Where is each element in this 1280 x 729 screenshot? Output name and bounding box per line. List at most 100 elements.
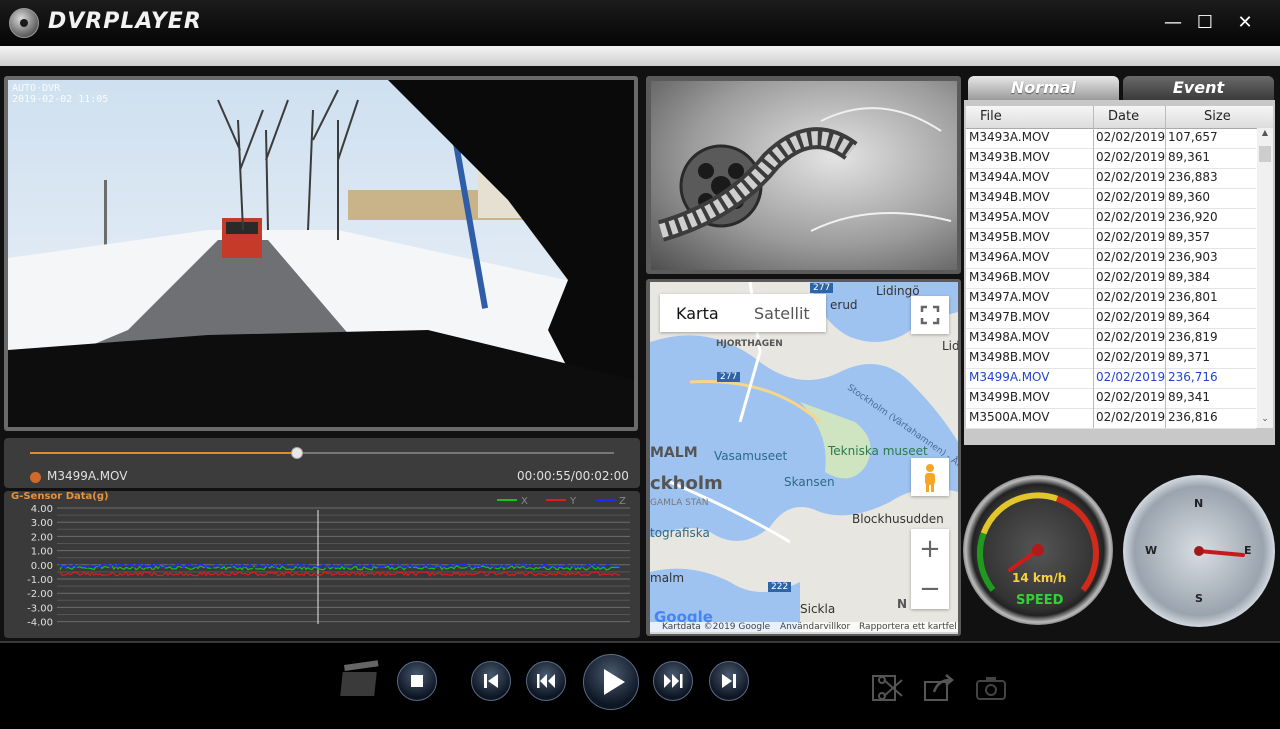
compass-north: N	[1194, 497, 1204, 510]
file-date-cell: 02/02/2019	[1096, 230, 1166, 244]
compass-west: W	[1145, 544, 1158, 557]
map-fullscreen-button[interactable]	[911, 296, 949, 334]
video-view[interactable]	[8, 80, 634, 427]
file-list-scrollbar[interactable]	[1257, 128, 1273, 428]
file-list-row[interactable]: M3499A.MOV 02/02/2019 236,716	[966, 368, 1256, 389]
map-tab-satellit[interactable]: Satellit	[754, 304, 810, 323]
play-button[interactable]	[583, 654, 639, 710]
file-name-cell: M3497A.MOV	[969, 290, 1050, 304]
gsensor-chart: 4.00 3.00 2.00 1.00 0.00 -1.00 -2.00 -3.00 -4.00…	[27, 496, 630, 629]
gsensor-y-tick: -1.00	[27, 575, 53, 586]
file-list-row[interactable]: M3493B.MOV 02/02/2019 89,361	[966, 148, 1256, 169]
gsensor-legend-label: Z	[619, 496, 626, 507]
map-label-tekniska: Tekniska museet	[828, 444, 928, 458]
playing-file-name: M3499A.MOV	[47, 469, 128, 483]
file-size-cell: 89,384	[1168, 270, 1210, 284]
file-date-cell: 02/02/2019	[1096, 170, 1166, 184]
fast-forward-icon	[664, 674, 683, 688]
file-size-cell: 236,716	[1168, 370, 1218, 384]
file-list-row[interactable]: M3499B.MOV 02/02/2019 89,341	[966, 388, 1256, 409]
file-size-cell: 89,341	[1168, 390, 1210, 404]
gsensor-y-tick: 1.00	[31, 547, 53, 558]
file-name-cell: M3498A.MOV	[969, 330, 1050, 344]
maximize-button[interactable]: ☐	[1192, 10, 1218, 36]
map-terms-link[interactable]: Användarvillkor	[780, 622, 850, 632]
video-osd-brand: AUTO·DVR	[12, 83, 61, 94]
export-button[interactable]	[922, 672, 958, 704]
cut-button[interactable]	[870, 672, 906, 704]
file-list-row[interactable]: M3500A.MOV 02/02/2019 236,816	[966, 408, 1256, 429]
column-header-date[interactable]: Date	[1108, 109, 1139, 124]
minimize-button[interactable]: —	[1160, 10, 1186, 36]
file-name-cell: M3494B.MOV	[969, 190, 1050, 204]
file-name-cell: M3498B.MOV	[969, 350, 1050, 364]
thumbnail-view	[651, 81, 957, 270]
file-date-cell: 02/02/2019	[1096, 310, 1166, 324]
file-list-row[interactable]: M3496A.MOV 02/02/2019 236,903	[966, 248, 1256, 269]
file-name-cell: M3497B.MOV	[969, 310, 1050, 324]
scroll-down-icon[interactable]: ⌄	[1259, 414, 1271, 426]
map-label-stockholm: ckholm	[650, 473, 723, 494]
file-size-cell: 236,819	[1168, 330, 1218, 344]
file-date-cell: 02/02/2019	[1096, 330, 1166, 344]
street-view-pegman[interactable]	[911, 458, 949, 496]
file-list-row[interactable]: M3493A.MOV 02/02/2019 107,657	[966, 128, 1256, 149]
file-size-cell: 236,903	[1168, 250, 1218, 264]
scrollbar-thumb[interactable]	[1259, 146, 1271, 162]
file-list-row[interactable]: M3498B.MOV 02/02/2019 89,371	[966, 348, 1256, 369]
gsensor-y-tick: 3.00	[31, 518, 53, 529]
map-road-277-top: 277	[810, 283, 834, 293]
gsensor-y-tick: -3.00	[27, 603, 53, 614]
compass-south: S	[1195, 592, 1203, 605]
map-zoom-out-button[interactable]: −	[911, 571, 949, 607]
rewind-button[interactable]	[526, 661, 566, 701]
file-date-cell: 02/02/2019	[1096, 370, 1166, 384]
fast-forward-button[interactable]	[653, 661, 693, 701]
file-size-cell: 89,360	[1168, 190, 1210, 204]
stop-button[interactable]	[397, 661, 437, 701]
cut-icon	[872, 675, 903, 701]
column-header-size[interactable]: Size	[1204, 109, 1231, 124]
map-report-link[interactable]: Rapportera ett kartfel	[859, 622, 957, 632]
skip-next-icon	[722, 674, 736, 688]
file-list-row[interactable]: M3496B.MOV 02/02/2019 89,384	[966, 268, 1256, 289]
file-list-row[interactable]: M3498A.MOV 02/02/2019 236,819	[966, 328, 1256, 349]
speed-readout: 14 km/h	[1012, 571, 1067, 585]
file-date-cell: 02/02/2019	[1096, 210, 1166, 224]
map-label-sickla: Sickla	[800, 602, 836, 616]
tab-event[interactable]: Event	[1123, 76, 1274, 100]
file-list-row[interactable]: M3495A.MOV 02/02/2019 236,920	[966, 208, 1256, 229]
file-list-row[interactable]: M3497B.MOV 02/02/2019 89,364	[966, 308, 1256, 329]
previous-file-button[interactable]	[471, 661, 511, 701]
column-header-file[interactable]: File	[980, 109, 1002, 124]
next-file-button[interactable]	[709, 661, 749, 701]
map-tab-karta[interactable]: Karta	[676, 304, 719, 323]
file-date-cell: 02/02/2019	[1096, 150, 1166, 164]
compass: N S E W	[1123, 475, 1275, 627]
map-zoom-in-button[interactable]: +	[911, 531, 949, 567]
map-road-277: 277	[717, 372, 741, 382]
map-label-malm: MALM	[650, 445, 698, 461]
file-list-row[interactable]: M3494B.MOV 02/02/2019 89,360	[966, 188, 1256, 209]
app-title: DVRPLAYER	[48, 9, 202, 34]
skip-previous-icon	[484, 674, 498, 688]
file-list-row[interactable]: M3497A.MOV 02/02/2019 236,801	[966, 288, 1256, 309]
fullscreen-icon	[920, 305, 940, 325]
map-label-hjorthagen: HJORTHAGEN	[716, 339, 783, 349]
file-size-cell: 89,371	[1168, 350, 1210, 364]
clapper-icon[interactable]	[340, 660, 382, 700]
file-list-row[interactable]: M3495B.MOV 02/02/2019 89,357	[966, 228, 1256, 249]
file-list-header: File Date Size	[966, 106, 1273, 129]
map-footer: Kartdata ©2019 Google Användarvillkor Ra…	[650, 622, 958, 634]
tab-normal[interactable]: Normal	[968, 76, 1119, 100]
file-list-row[interactable]: M3494A.MOV 02/02/2019 236,883	[966, 168, 1256, 189]
close-button[interactable]: ✕	[1232, 10, 1258, 36]
gsensor-y-tick: 2.00	[31, 532, 53, 543]
file-date-cell: 02/02/2019	[1096, 130, 1166, 144]
scroll-up-icon[interactable]: ▲	[1259, 128, 1271, 140]
column-divider	[1165, 106, 1166, 428]
file-size-cell: 236,920	[1168, 210, 1218, 224]
file-name-cell: M3499A.MOV	[969, 370, 1050, 384]
snapshot-button[interactable]	[974, 673, 1010, 703]
map-label-skansen: Skansen	[784, 475, 835, 489]
